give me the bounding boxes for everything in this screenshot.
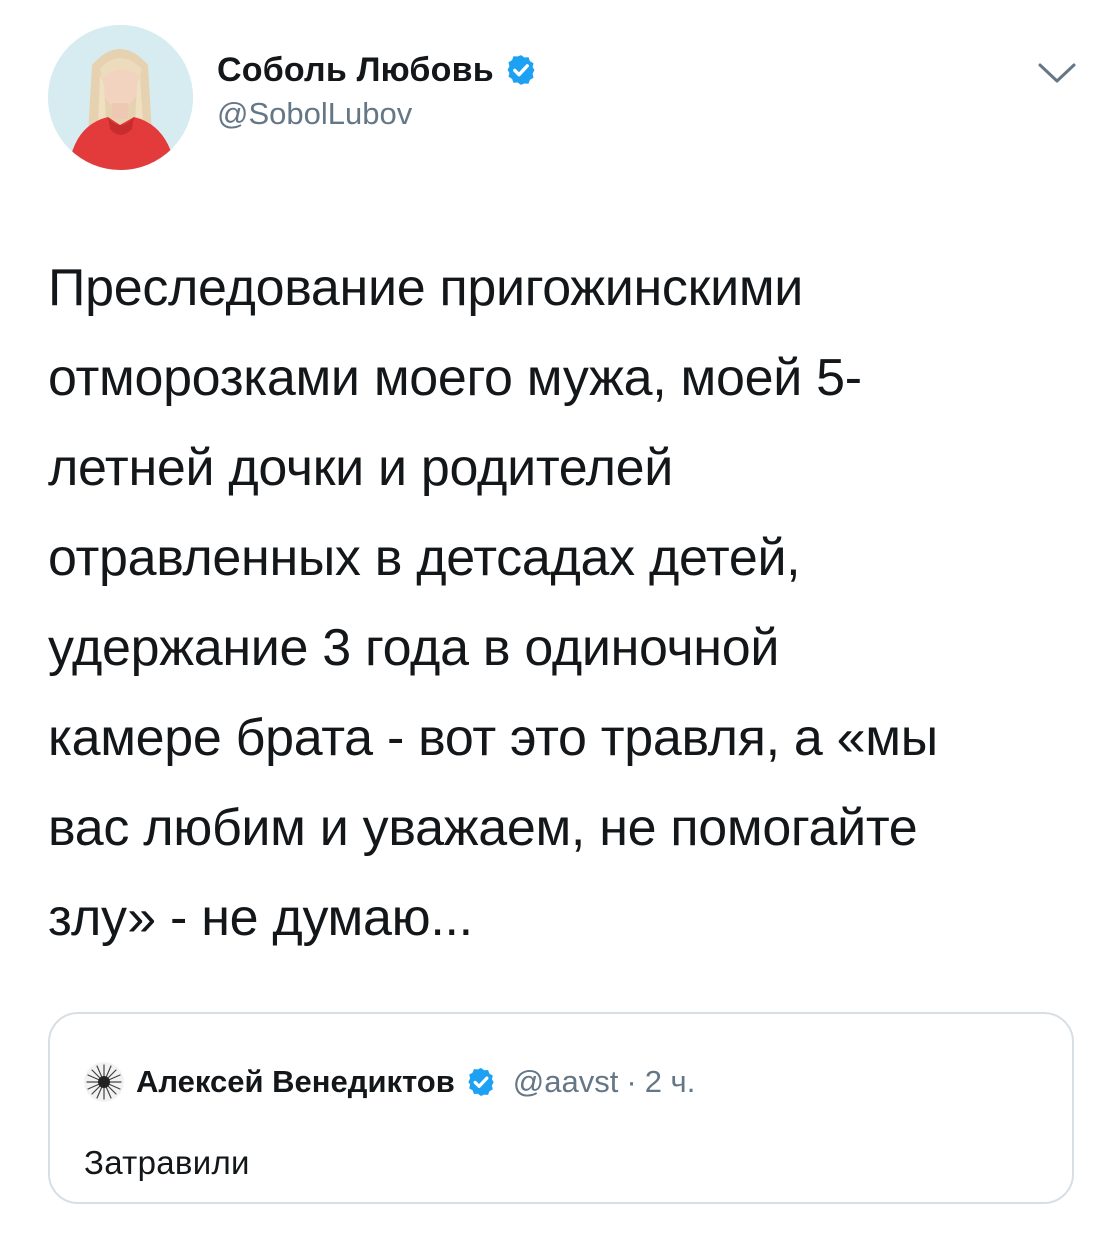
- quoted-tweet-text: Затравили: [84, 1144, 250, 1181]
- quoted-verified-badge-icon: [468, 1068, 494, 1096]
- quoted-author-display-name[interactable]: Алексей Венедиктов: [136, 1064, 455, 1100]
- author-name-row: Соболь Любовь: [217, 48, 538, 92]
- quoted-author-handle[interactable]: @aavst: [513, 1064, 619, 1100]
- tweet-card: Соболь Любовь @SobolLubov Преследование …: [0, 0, 1100, 1260]
- quoted-tweet-header: Алексей Венедиктов @aavst · 2 ч.: [84, 1062, 695, 1102]
- verified-badge-icon: [507, 55, 535, 85]
- author-avatar[interactable]: [48, 25, 193, 170]
- quoted-author-avatar[interactable]: [84, 1062, 124, 1102]
- quoted-author-avatar-image: [84, 1062, 124, 1102]
- quoted-timestamp[interactable]: 2 ч.: [645, 1064, 696, 1100]
- author-avatar-image: [48, 25, 193, 170]
- quoted-tweet[interactable]: Алексей Венедиктов @aavst · 2 ч. Затрави…: [48, 1012, 1074, 1204]
- tweet-text: Преследование пригожинскими отморозками …: [48, 259, 938, 947]
- author-info: Соболь Любовь @SobolLubov: [217, 48, 538, 132]
- author-display-name[interactable]: Соболь Любовь: [217, 51, 494, 90]
- quoted-meta-separator: ·: [626, 1064, 637, 1099]
- chevron-down-icon[interactable]: [1035, 58, 1079, 88]
- author-handle[interactable]: @SobolLubov: [217, 96, 538, 132]
